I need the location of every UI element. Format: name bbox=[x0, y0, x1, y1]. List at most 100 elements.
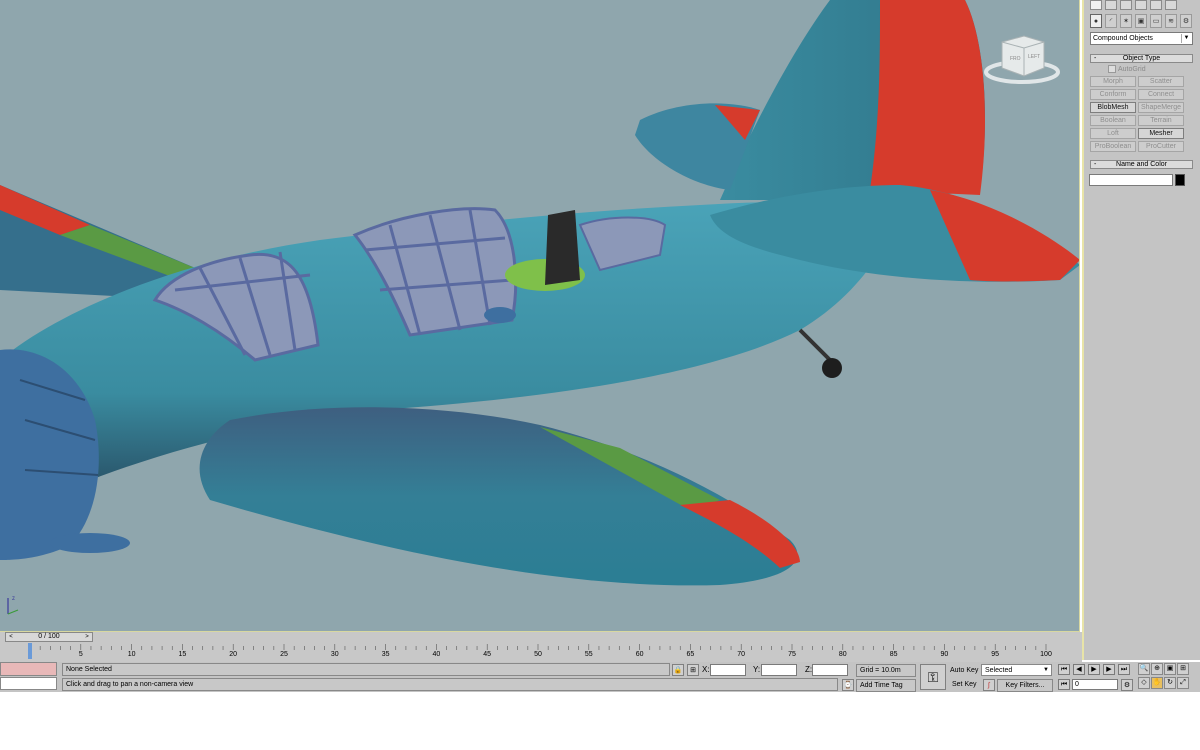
create-tab-icon[interactable] bbox=[1090, 0, 1102, 10]
object-color-swatch[interactable] bbox=[1175, 174, 1185, 186]
key-mode-select[interactable]: Selected ▼ bbox=[981, 664, 1052, 676]
next-frame-icon[interactable]: ▶ bbox=[1103, 664, 1115, 675]
aircraft-model[interactable] bbox=[0, 0, 1080, 632]
conform-button[interactable]: Conform bbox=[1090, 89, 1136, 100]
key-tangent-icon[interactable]: ∫ bbox=[983, 679, 995, 691]
current-frame-value: 0 bbox=[1075, 681, 1079, 688]
previous-frame-icon[interactable]: ◀ bbox=[1073, 664, 1085, 675]
trackbar-tick-label: 70 bbox=[737, 651, 746, 658]
shapes-icon[interactable]: ◜ bbox=[1105, 14, 1117, 28]
trackbar-tick-label: 95 bbox=[991, 651, 1000, 658]
x-coord-label: X: bbox=[702, 665, 710, 674]
shapemerge-button[interactable]: ShapeMerge bbox=[1138, 102, 1184, 113]
checkbox-icon bbox=[1108, 65, 1116, 73]
object-name-field[interactable] bbox=[1089, 174, 1173, 186]
grid-size-display: Grid = 10.0m bbox=[856, 664, 916, 677]
mesher-button[interactable]: Mesher bbox=[1138, 128, 1184, 139]
zoom-extents-icon[interactable]: ▣ bbox=[1164, 663, 1176, 675]
trackbar-tick-label: 75 bbox=[788, 651, 796, 658]
helpers-icon[interactable]: ▭ bbox=[1150, 14, 1162, 28]
utilities-tab-icon[interactable] bbox=[1165, 0, 1177, 10]
current-frame-field[interactable]: 0 bbox=[1072, 679, 1118, 690]
add-time-tag-button[interactable]: Add Time Tag bbox=[856, 679, 916, 692]
category-dropdown[interactable]: Compound Objects ▼ bbox=[1090, 32, 1193, 45]
viewcube[interactable]: FRO LEFT bbox=[984, 32, 1060, 88]
motion-tab-icon[interactable] bbox=[1135, 0, 1147, 10]
go-to-start-icon[interactable]: ⏮ bbox=[1058, 664, 1070, 675]
blobmesh-button[interactable]: BlobMesh bbox=[1090, 102, 1136, 113]
autogrid-checkbox[interactable]: AutoGrid bbox=[1108, 65, 1146, 73]
zoom-extents-all-icon[interactable]: ⊞ bbox=[1177, 663, 1189, 675]
lights-icon[interactable]: ✶ bbox=[1120, 14, 1132, 28]
y-coord-field[interactable] bbox=[761, 664, 797, 676]
grid-size-text: Grid = 10.0m bbox=[860, 667, 901, 674]
object-type-rollout-header[interactable]: - Object Type bbox=[1090, 54, 1193, 63]
trackbar-tick-label: 10 bbox=[127, 651, 136, 658]
perspective-viewport[interactable]: FRO LEFT z bbox=[0, 0, 1080, 632]
time-tag-icon[interactable]: ⌚ bbox=[842, 679, 854, 691]
trackbar-tick-label: 50 bbox=[534, 651, 542, 658]
trackbar-tick-label: 45 bbox=[483, 651, 492, 658]
maximize-viewport-icon[interactable]: ⤢ bbox=[1177, 677, 1189, 689]
trackbar-tick-label: 60 bbox=[635, 651, 644, 658]
key-filters-button[interactable]: Key Filters... bbox=[997, 679, 1053, 692]
geometry-icon[interactable]: ● bbox=[1090, 14, 1102, 28]
boolean-button[interactable]: Boolean bbox=[1090, 115, 1136, 126]
pan-hand-icon[interactable]: ✋ bbox=[1151, 677, 1163, 689]
time-slider[interactable]: < 0 / 100 > bbox=[5, 632, 93, 642]
maxscript-listener-mini[interactable] bbox=[0, 662, 57, 676]
absolute-mode-toggle-icon[interactable]: ⊞ bbox=[687, 664, 699, 676]
hierarchy-tab-icon[interactable] bbox=[1120, 0, 1132, 10]
key-filters-label: Key Filters... bbox=[1005, 682, 1045, 689]
scatter-button[interactable]: Scatter bbox=[1138, 76, 1184, 87]
antenna-fairing bbox=[484, 307, 516, 323]
trackbar-tick-label: 35 bbox=[381, 651, 390, 658]
display-tab-icon[interactable] bbox=[1150, 0, 1162, 10]
modify-tab-icon[interactable] bbox=[1105, 0, 1117, 10]
time-slider-bar bbox=[0, 632, 1082, 642]
terrain-button[interactable]: Terrain bbox=[1138, 115, 1184, 126]
lock-selection-icon[interactable]: 🔒 bbox=[672, 664, 684, 676]
trackbar-tick-label: 40 bbox=[432, 651, 441, 658]
trackbar-tick-label: 5 bbox=[78, 651, 83, 658]
orbit-icon[interactable]: ↻ bbox=[1164, 677, 1176, 689]
field-of-view-icon[interactable]: ◇ bbox=[1138, 677, 1150, 689]
current-frame-marker bbox=[28, 643, 32, 659]
trackbar-tick-label: 25 bbox=[280, 651, 288, 658]
x-coord-field[interactable] bbox=[710, 664, 746, 676]
time-next-button[interactable]: > bbox=[83, 633, 91, 641]
prompt-line-text: Click and drag to pan a non-camera view bbox=[66, 681, 194, 688]
trackbar-tick-label: 100 bbox=[1040, 651, 1052, 658]
zoom-all-icon[interactable]: ⊕ bbox=[1151, 663, 1163, 675]
time-config-icon[interactable]: ⚙ bbox=[1121, 679, 1133, 691]
set-key-key-icon[interactable]: ⚿ bbox=[920, 664, 946, 690]
key-mode-toggle-icon[interactable]: ⏮ bbox=[1058, 679, 1070, 690]
time-prev-button[interactable]: < bbox=[7, 633, 15, 641]
selection-status-text: None Selected bbox=[66, 666, 112, 673]
space-warps-icon[interactable]: ≋ bbox=[1165, 14, 1177, 28]
z-coord-field[interactable] bbox=[812, 664, 848, 676]
trackbar-tick-label: 90 bbox=[940, 651, 949, 658]
cameras-icon[interactable]: ▣ bbox=[1135, 14, 1147, 28]
proboolean-button[interactable]: ProBoolean bbox=[1090, 141, 1136, 152]
go-to-end-icon[interactable]: ⏭ bbox=[1118, 664, 1130, 675]
set-key-button[interactable]: Set Key bbox=[952, 679, 977, 690]
name-color-rollout-header[interactable]: - Name and Color bbox=[1090, 160, 1193, 169]
key-mode-value: Selected bbox=[985, 667, 1013, 674]
zoom-icon[interactable]: 🔍 bbox=[1138, 663, 1150, 675]
rear-seat bbox=[545, 210, 580, 285]
trackbar-tick-label: 65 bbox=[686, 651, 695, 658]
svg-text:z: z bbox=[12, 596, 15, 602]
trackbar-tick-label: 85 bbox=[889, 651, 898, 658]
maxscript-input-mini[interactable] bbox=[0, 677, 57, 690]
morph-button[interactable]: Morph bbox=[1090, 76, 1136, 87]
y-coord-label: Y: bbox=[753, 665, 761, 674]
systems-icon[interactable]: ⚙ bbox=[1180, 14, 1192, 28]
auto-key-button[interactable]: Auto Key bbox=[950, 665, 978, 676]
procutter-button[interactable]: ProCutter bbox=[1138, 141, 1184, 152]
rollout-title: Object Type bbox=[1122, 55, 1161, 62]
play-icon[interactable]: ▶ bbox=[1088, 664, 1100, 675]
connect-button[interactable]: Connect bbox=[1138, 89, 1184, 100]
axis-tripod-icon: z bbox=[7, 596, 19, 615]
loft-button[interactable]: Loft bbox=[1090, 128, 1136, 139]
